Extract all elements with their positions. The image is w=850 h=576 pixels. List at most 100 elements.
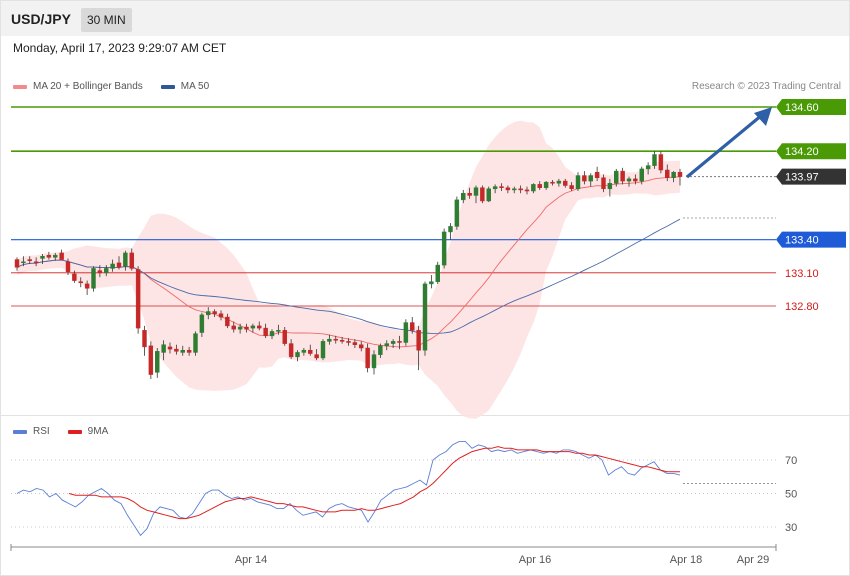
candle: [59, 249, 64, 260]
candle-body: [658, 154, 664, 171]
candle-body: [473, 187, 479, 196]
candle-body: [441, 231, 447, 266]
candle-body: [53, 254, 58, 258]
projection-arrow-head: [754, 107, 772, 126]
candle-body: [588, 175, 593, 182]
candle-body: [27, 259, 32, 261]
candle-body: [263, 327, 268, 337]
candle-body: [282, 330, 287, 344]
candle: [658, 151, 664, 174]
level-label-support: 133.10: [785, 268, 819, 280]
level-label-pivot: 133.40: [785, 235, 819, 247]
candle: [448, 223, 453, 240]
candle-body: [575, 175, 581, 190]
candle-body: [480, 187, 485, 202]
candle: [365, 343, 370, 373]
rsi-ma-line: [68, 446, 680, 520]
candle: [441, 228, 447, 269]
candle-body: [72, 273, 77, 281]
x-tick-label: Apr 29: [737, 554, 769, 566]
candle-body: [435, 264, 440, 282]
candle-body: [237, 326, 243, 330]
candle-body: [225, 316, 230, 327]
candle: [422, 281, 428, 356]
candle-body: [397, 341, 402, 343]
candle-body: [78, 281, 83, 284]
candle: [148, 341, 154, 379]
candle: [575, 172, 581, 192]
candle-body: [410, 322, 415, 331]
candle: [135, 266, 141, 334]
candle-body: [416, 330, 421, 351]
candle-body: [607, 183, 613, 190]
candle-body: [429, 281, 434, 285]
candle-body: [531, 184, 536, 192]
candle-body: [250, 325, 256, 329]
candle-body: [288, 343, 294, 358]
candle-body: [301, 349, 307, 353]
candle-body: [142, 330, 147, 348]
rsi-level-label: 50: [785, 489, 797, 501]
candle-body: [518, 188, 523, 191]
candle-body: [614, 170, 619, 184]
rsi-line: [16, 441, 681, 537]
candle-body: [378, 345, 383, 355]
candle-body: [563, 180, 568, 186]
level-label-current: 133.97: [785, 172, 819, 184]
candle-body: [14, 259, 20, 268]
candle-body: [231, 325, 236, 330]
candle-body: [512, 188, 517, 191]
candle-body: [422, 283, 428, 351]
candle-body: [333, 338, 338, 341]
candle-body: [104, 268, 109, 274]
candle-body: [505, 187, 511, 191]
x-tick-label: Apr 18: [670, 554, 702, 566]
candle-body: [174, 348, 179, 352]
candle-body: [461, 192, 466, 201]
candle-body: [359, 344, 364, 349]
candle-body: [110, 263, 115, 269]
candle-body: [193, 333, 198, 353]
candle: [155, 348, 160, 378]
candle: [454, 196, 460, 230]
candle-body: [639, 168, 644, 182]
candle-body: [84, 283, 90, 289]
level-label-support: 132.80: [785, 301, 819, 313]
candle-body: [116, 262, 122, 268]
rsi-level-label: 30: [785, 522, 797, 534]
candle-body: [537, 184, 542, 188]
x-tick-label: Apr 16: [519, 554, 551, 566]
candle-body: [486, 188, 491, 202]
candle-body: [129, 252, 134, 269]
candle: [193, 331, 198, 356]
price-chart: 134.60 134.20 133.97 133.40 133.10 132.80 30 50…: [10, 99, 846, 566]
candle-body: [148, 345, 154, 375]
candle-body: [594, 171, 600, 179]
candle-body: [448, 226, 453, 233]
candle-body: [199, 314, 205, 333]
candle-body: [390, 341, 396, 344]
candle-body: [97, 270, 103, 274]
candle-body: [626, 178, 632, 182]
candle-body: [21, 261, 26, 264]
candle-body: [167, 346, 173, 350]
candle-body: [499, 186, 504, 188]
candle-body: [40, 256, 45, 259]
candle-body: [123, 252, 128, 267]
candle-body: [524, 189, 530, 192]
candle-body: [403, 322, 409, 343]
candle-body: [244, 326, 249, 330]
candle: [403, 319, 409, 346]
candle-body: [327, 338, 332, 342]
candle-body: [180, 349, 185, 353]
candle-body: [91, 268, 96, 289]
candle-body: [346, 341, 351, 343]
candle-body: [677, 171, 683, 177]
candle-body: [454, 199, 460, 227]
candle: [91, 266, 96, 292]
candle-body: [65, 261, 71, 272]
candle-body: [276, 330, 281, 332]
level-label-target: 134.20: [785, 146, 819, 158]
candle-body: [365, 347, 370, 369]
x-tick-label: Apr 14: [235, 554, 267, 566]
